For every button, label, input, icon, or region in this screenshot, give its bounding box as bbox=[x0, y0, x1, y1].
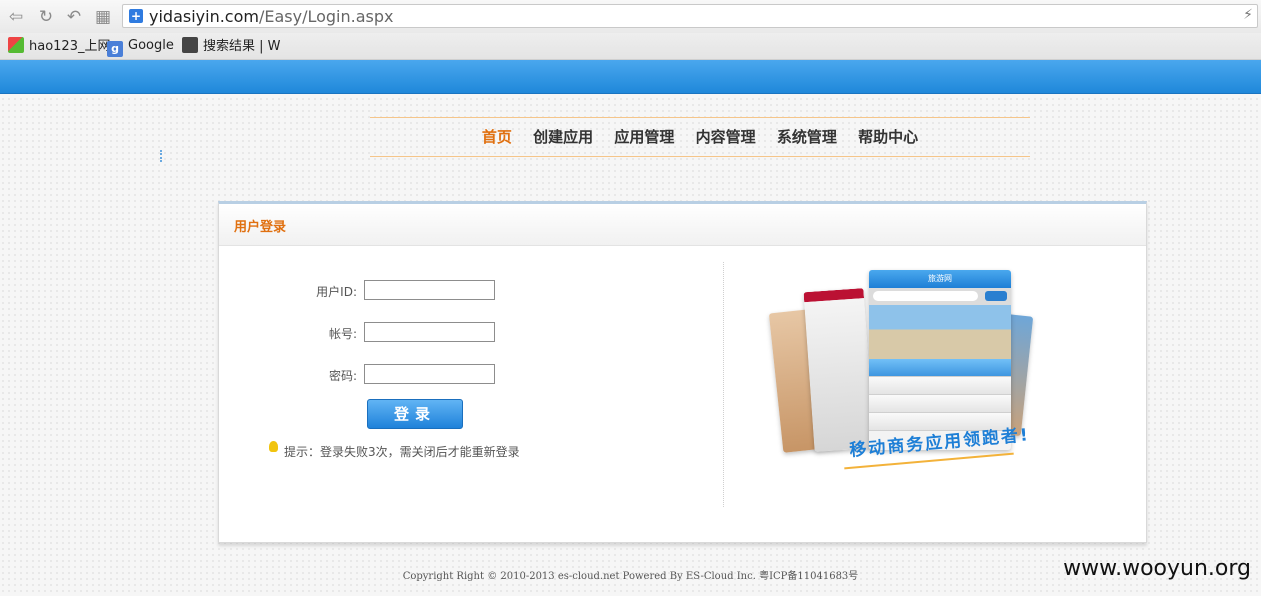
hao123-icon bbox=[8, 37, 24, 53]
account-label: 帐号: bbox=[328, 327, 357, 341]
account-row: 帐号: bbox=[219, 322, 519, 344]
userid-row: 用户ID: bbox=[219, 280, 519, 302]
site-favicon-icon: + bbox=[129, 9, 143, 23]
panel-header: 用户登录 bbox=[219, 204, 1146, 246]
watermark: www.wooyun.org bbox=[1063, 556, 1251, 581]
bookmark-label: Google bbox=[128, 38, 174, 53]
userid-label: 用户ID: bbox=[316, 285, 357, 299]
reload-icon[interactable]: ↻ bbox=[36, 7, 56, 27]
phone-search-bar bbox=[869, 288, 1011, 305]
login-button[interactable]: 登录 bbox=[367, 399, 463, 429]
panel-divider bbox=[723, 262, 724, 507]
decorative-mark bbox=[160, 150, 164, 162]
nav-item-home[interactable]: 首页 bbox=[482, 128, 512, 146]
bookmark-hao123[interactable]: hao123_上网 bbox=[8, 37, 110, 55]
back-icon[interactable]: ⇦ bbox=[6, 7, 26, 27]
nav-item-content-manage[interactable]: 内容管理 bbox=[696, 128, 756, 146]
google-icon: g bbox=[107, 41, 123, 57]
phone-app-title: 旅游网 bbox=[869, 270, 1011, 288]
search-results-icon bbox=[182, 37, 198, 53]
bookmark-label: hao123_上网 bbox=[29, 39, 111, 54]
phone-list-item bbox=[869, 359, 1011, 377]
promo-illustration: 旅游网 移动商务应用领跑者! bbox=[768, 270, 1044, 480]
app-screenshot-card bbox=[803, 288, 875, 452]
hint-text: 提示：登录失败3次，需关闭后才能重新登录 bbox=[284, 445, 520, 459]
phone-list-item bbox=[869, 395, 1011, 413]
account-input[interactable] bbox=[364, 322, 495, 342]
url-path: /Easy/Login.aspx bbox=[258, 7, 394, 26]
bookmark-label: 搜索结果 | W bbox=[203, 39, 281, 54]
url-text[interactable]: yidasiyin.com/Easy/Login.aspx bbox=[149, 7, 393, 27]
password-label: 密码: bbox=[328, 369, 357, 383]
login-hint: 提示：登录失败3次，需关闭后才能重新登录 bbox=[269, 441, 520, 460]
undo-icon[interactable]: ↶ bbox=[64, 7, 84, 27]
page: 首页 创建应用 应用管理 内容管理 系统管理 帮助中心 用户登录 用户ID: 帐… bbox=[0, 60, 1261, 596]
bookmark-google[interactable]: g Google bbox=[107, 37, 174, 57]
userid-input[interactable] bbox=[364, 280, 495, 300]
url-host: yidasiyin.com bbox=[149, 7, 259, 26]
password-row: 密码: bbox=[219, 364, 519, 386]
address-bar[interactable]: + yidasiyin.com/Easy/Login.aspx ⚡ bbox=[122, 4, 1258, 28]
login-panel: 用户登录 用户ID: 帐号: 密码: 登录 提示：登录失败3次，需关闭后才能重新… bbox=[218, 201, 1147, 543]
panel-title: 用户登录 bbox=[234, 220, 287, 235]
nav-item-help-center[interactable]: 帮助中心 bbox=[858, 128, 918, 146]
bookmark-search-results[interactable]: 搜索结果 | W bbox=[182, 37, 281, 55]
bookmarks-bar: hao123_上网 g Google 搜索结果 | W bbox=[0, 33, 1261, 60]
nav-item-app-manage[interactable]: 应用管理 bbox=[614, 128, 674, 146]
phone-list-item bbox=[869, 377, 1011, 395]
browser-toolbar: ⇦ ↻ ↶ ▦ + yidasiyin.com/Easy/Login.aspx … bbox=[0, 0, 1261, 33]
lightning-icon[interactable]: ⚡ bbox=[1243, 7, 1253, 23]
header-bar bbox=[0, 60, 1261, 94]
beach-photo bbox=[869, 305, 1011, 359]
nav-item-system-manage[interactable]: 系统管理 bbox=[777, 128, 837, 146]
main-nav: 首页 创建应用 应用管理 内容管理 系统管理 帮助中心 bbox=[370, 117, 1030, 157]
password-input[interactable] bbox=[364, 364, 495, 384]
nav-item-create-app[interactable]: 创建应用 bbox=[533, 128, 593, 146]
lightbulb-icon bbox=[269, 441, 278, 452]
apps-grid-icon[interactable]: ▦ bbox=[93, 7, 113, 27]
